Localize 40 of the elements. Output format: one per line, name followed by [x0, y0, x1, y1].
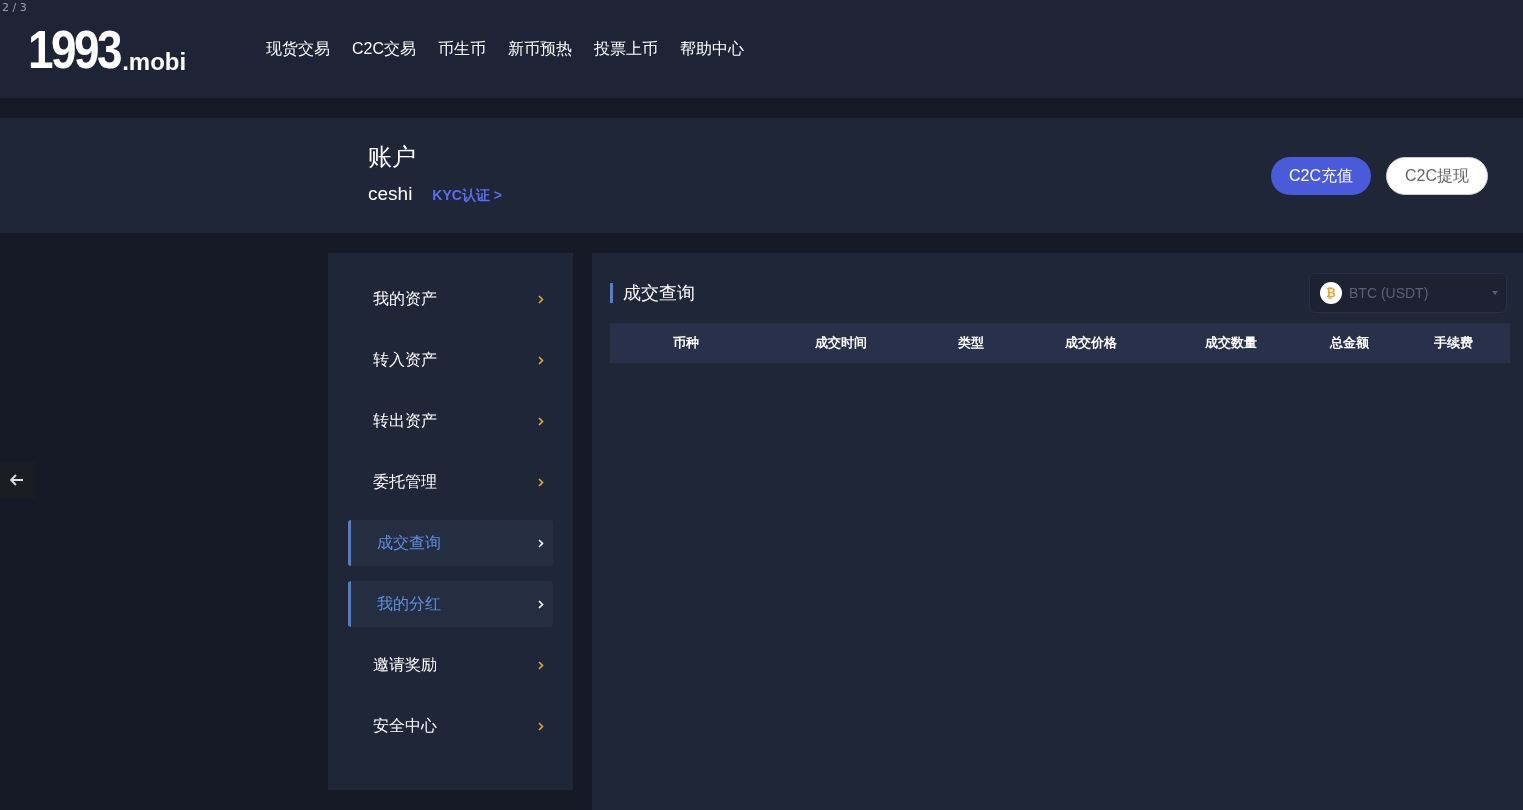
chevron-right-icon: [538, 416, 544, 426]
logo[interactable]: 1993.mobi: [28, 22, 266, 76]
chevron-right-icon: [538, 294, 544, 304]
chevron-right-icon: [538, 660, 544, 670]
chevron-right-icon: [538, 355, 544, 365]
sidebar-item[interactable]: 邀请奖励: [348, 642, 553, 688]
chevron-right-icon: [538, 538, 544, 548]
column-header: 币种: [672, 334, 700, 353]
sidebar-item[interactable]: 转出资产: [348, 398, 553, 444]
sidebar-item[interactable]: 我的资产: [348, 276, 553, 322]
dropdown-caret-icon: [1492, 291, 1498, 295]
sidebar-item[interactable]: 委托管理: [348, 459, 553, 505]
column-header: 成交时间: [814, 334, 868, 353]
nav-link[interactable]: 币生币: [438, 37, 486, 61]
column-header: 类型: [957, 334, 985, 353]
sidebar-item[interactable]: 转入资产: [348, 337, 553, 383]
nav-link[interactable]: 现货交易: [266, 37, 330, 61]
chevron-right-icon: [538, 721, 544, 731]
column-header: 成交数量: [1204, 334, 1258, 353]
column-header: 手续费: [1432, 334, 1474, 353]
sidebar-item[interactable]: 我的分红: [348, 581, 553, 627]
chevron-right-icon: [538, 477, 544, 487]
nav-link[interactable]: C2C交易: [352, 37, 416, 61]
nav-link[interactable]: 新币预热: [508, 37, 572, 61]
back-arrow-icon: [10, 474, 24, 486]
column-header: 总金额: [1328, 334, 1370, 353]
bitcoin-coin-icon: ₿: [1320, 282, 1342, 304]
account-title: 账户: [368, 142, 417, 173]
column-header: 成交价格: [1064, 334, 1118, 353]
nav-link[interactable]: 投票上币: [594, 37, 658, 61]
withdraw-button[interactable]: C2C提现: [1386, 156, 1488, 195]
username: ceshi: [368, 182, 413, 207]
nav-link[interactable]: 帮助中心: [680, 37, 744, 61]
sidebar-item[interactable]: 成交查询: [348, 520, 553, 566]
page-indicator: 2 / 3: [2, 0, 27, 16]
back-arrow-button[interactable]: [0, 462, 34, 498]
sidebar-item[interactable]: 安全中心: [348, 703, 553, 749]
chevron-right-icon: [538, 599, 544, 609]
deposit-button[interactable]: C2C充值: [1270, 156, 1371, 195]
section-title: 成交查询: [610, 283, 695, 303]
